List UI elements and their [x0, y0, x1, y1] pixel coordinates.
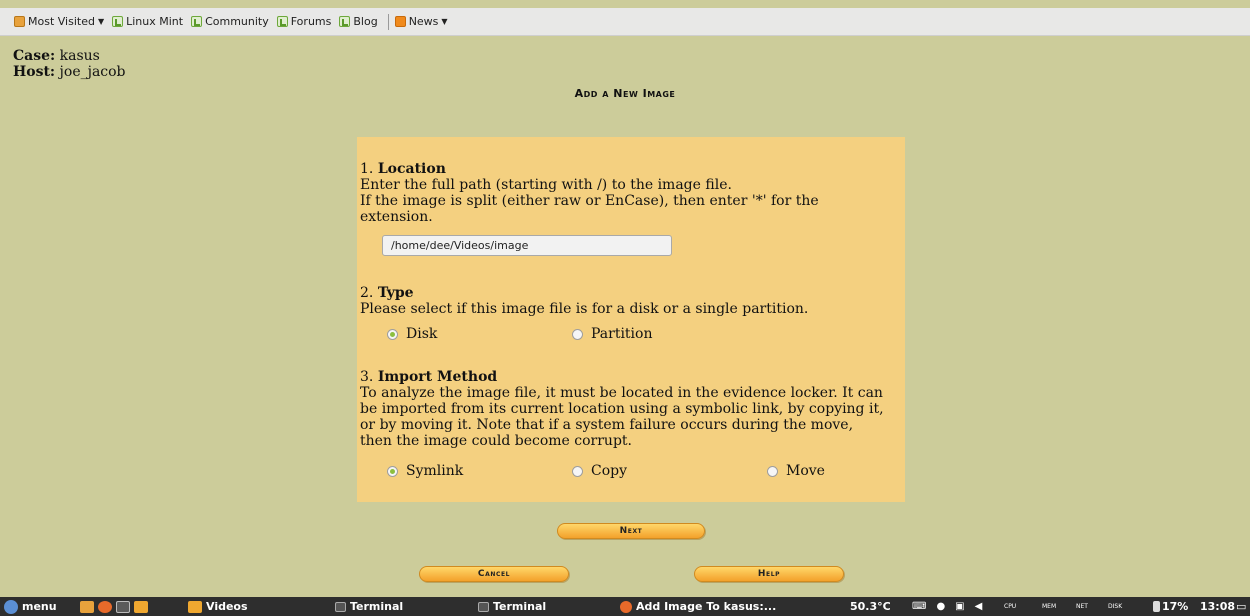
mint-icon: [276, 16, 288, 27]
image-path-input[interactable]: [382, 235, 672, 256]
temperature-readout: 50.3°C: [850, 600, 891, 613]
battery-status: 17%: [1153, 597, 1188, 616]
cpu-monitor: CPU: [1004, 603, 1017, 610]
type-heading: Type: [377, 285, 414, 301]
task-terminal-2[interactable]: Terminal: [478, 597, 546, 616]
location-help-1: Enter the full path (starting with /) to…: [360, 177, 732, 193]
mint-icon: [112, 16, 124, 27]
radio-move[interactable]: Move: [767, 463, 825, 479]
page-title: Add a New Image: [574, 87, 676, 100]
radio-unselected-icon: [572, 328, 583, 340]
menu-button[interactable]: menu: [4, 597, 57, 616]
mint-icon: [191, 16, 203, 27]
type-section: 2. Type Please select if this image file…: [360, 285, 900, 317]
net-monitor: NET: [1076, 603, 1088, 610]
host-value: joe_jacob: [59, 64, 126, 80]
radio-unselected-icon: [767, 465, 778, 477]
bookmark-news[interactable]: News ▼: [394, 15, 448, 28]
next-button[interactable]: Next: [557, 523, 705, 539]
rss-icon: [394, 16, 406, 27]
location-help-3: extension.: [360, 209, 433, 225]
radio-copy[interactable]: Copy: [572, 463, 627, 479]
import-method-section: 3. Import Method To analyze the image fi…: [360, 369, 900, 449]
chevron-down-icon: ▼: [441, 17, 448, 26]
case-label: Case:: [13, 48, 56, 64]
radio-unselected-icon: [572, 465, 583, 477]
user-icon[interactable]: ●: [936, 601, 945, 612]
volume-icon[interactable]: ◀: [975, 601, 983, 612]
terminal-icon[interactable]: [116, 600, 130, 613]
battery-icon: [1153, 601, 1160, 612]
chevron-down-icon: ▼: [97, 17, 105, 26]
quicklaunch: [80, 597, 152, 616]
import-help-2: be imported from its current location us…: [360, 401, 884, 417]
host-label: Host:: [13, 64, 56, 80]
import-help-1: To analyze the image file, it must be lo…: [360, 385, 883, 401]
bookmark-forums[interactable]: Forums: [276, 15, 331, 28]
location-help-2: If the image is split (either raw or EnC…: [360, 193, 819, 209]
show-desktop-icon[interactable]: ▭: [1236, 597, 1246, 616]
network-icon[interactable]: ▣: [955, 601, 964, 612]
radio-partition[interactable]: Partition: [572, 326, 652, 342]
import-help-3: or by moving it. Note that if a system f…: [360, 417, 854, 433]
mem-monitor: MEM: [1042, 603, 1057, 610]
radio-disk[interactable]: Disk: [387, 326, 437, 342]
folder-icon: [188, 600, 202, 613]
radio-selected-icon: [387, 328, 398, 340]
bookmarks-toolbar: Most Visited ▼ Linux Mint Community Foru…: [0, 8, 1250, 36]
show-desktop-icon[interactable]: [80, 600, 94, 613]
location-section: 1. Location Enter the full path (startin…: [360, 161, 900, 225]
mint-menu-icon: [4, 599, 18, 614]
tray-icons: ⌨ ● ▣ ◀: [912, 597, 982, 616]
bookmark-community[interactable]: Community: [191, 15, 269, 28]
firefox-icon: [620, 600, 632, 613]
mint-icon: [339, 16, 351, 27]
firefox-icon[interactable]: [98, 600, 112, 613]
task-videos[interactable]: Videos: [188, 597, 248, 616]
task-terminal-1[interactable]: Terminal: [335, 597, 403, 616]
cancel-button[interactable]: Cancel: [419, 566, 569, 582]
radio-selected-icon: [387, 465, 398, 477]
case-info: Case: kasus Host: joe_jacob: [13, 48, 126, 80]
add-image-form: 1. Location Enter the full path (startin…: [357, 137, 905, 502]
import-help-4: then the image could become corrupt.: [360, 433, 632, 449]
case-value: kasus: [59, 48, 100, 64]
type-help: Please select if this image file is for …: [360, 301, 809, 317]
toolbar-separator: [387, 13, 389, 30]
keyboard-icon[interactable]: ⌨: [912, 601, 926, 612]
terminal-icon: [478, 601, 489, 612]
clock[interactable]: 13:08: [1200, 597, 1235, 616]
bookmark-blog[interactable]: Blog: [339, 15, 378, 28]
disk-monitor: DISK: [1108, 603, 1123, 610]
radio-symlink[interactable]: Symlink: [387, 463, 463, 479]
taskbar: menu Videos Terminal Terminal Add Image …: [0, 597, 1250, 616]
bookmark-linux-mint[interactable]: Linux Mint: [112, 15, 183, 28]
help-button[interactable]: Help: [694, 566, 844, 582]
folder-icon: [14, 16, 25, 27]
task-browser[interactable]: Add Image To kasus:...: [620, 597, 776, 616]
import-method-heading: Import Method: [377, 369, 498, 385]
terminal-icon: [335, 601, 346, 612]
folder-icon[interactable]: [134, 600, 148, 613]
bookmark-most-visited[interactable]: Most Visited ▼: [14, 15, 104, 28]
location-heading: Location: [377, 161, 446, 177]
